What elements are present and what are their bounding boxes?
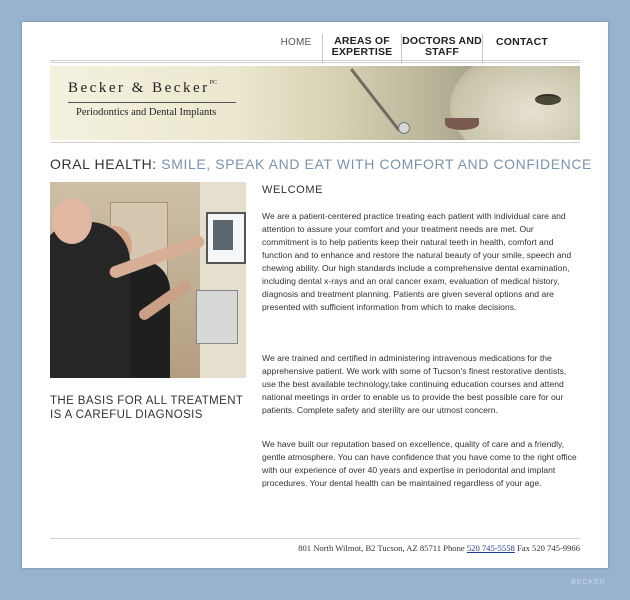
footer-rule bbox=[50, 538, 580, 539]
welcome-paragraph-3: We have built our reputation based on ex… bbox=[262, 439, 577, 488]
page-title-tail: Smile, Speak and Eat with Comfort and Co… bbox=[161, 156, 592, 172]
practice-logo[interactable]: Becker & BeckerPC bbox=[68, 80, 217, 97]
logo-name-text: Becker & Becker bbox=[68, 80, 210, 96]
doctors-photo bbox=[50, 182, 246, 378]
banner-mouth-image bbox=[445, 118, 479, 130]
logo-divider bbox=[68, 102, 236, 103]
footer-address: 801 North Wilmot, B2 Tucson, AZ 85711 Ph… bbox=[298, 543, 467, 553]
header-banner: Becker & BeckerPC Periodontics and Denta… bbox=[50, 66, 580, 140]
welcome-paragraph-1: We are a patient-centered practice treat… bbox=[262, 211, 572, 312]
nav-rule bbox=[50, 60, 580, 61]
footer-fax: Fax 520 745-9966 bbox=[514, 543, 580, 553]
photo-doctor-front-head bbox=[52, 198, 92, 244]
page-title: Oral Health: Smile, Speak and Eat with C… bbox=[50, 156, 592, 172]
page-title-lead: Oral Health: bbox=[50, 156, 162, 172]
corner-watermark: BECKER bbox=[571, 579, 606, 586]
photo-caption-line1: The Basis for All Treatment bbox=[50, 395, 244, 407]
footer-contact: 801 North Wilmot, B2 Tucson, AZ 85711 Ph… bbox=[298, 543, 580, 553]
footer-phone-link[interactable]: 520 745-5558 bbox=[467, 543, 515, 553]
photo-caption: The Basis for All Treatment is a Careful… bbox=[50, 394, 243, 422]
dental-mirror-image bbox=[350, 68, 401, 132]
dental-mirror-head bbox=[398, 122, 410, 134]
banner-eye-image bbox=[535, 94, 561, 105]
photo-caption-line2: is a Careful Diagnosis bbox=[50, 409, 203, 421]
photo-xray-film bbox=[213, 220, 233, 250]
page-container: HOME AREAS of EXPERTISE DOCTORS and STAF… bbox=[22, 22, 608, 568]
welcome-paragraph-2: We are trained and certified in administ… bbox=[262, 353, 567, 415]
logo-pc-text: PC bbox=[209, 80, 217, 86]
banner-rule bbox=[50, 142, 580, 143]
photo-doctor-front bbox=[50, 222, 130, 378]
photo-keypad bbox=[196, 290, 238, 344]
welcome-heading: Welcome bbox=[262, 184, 324, 196]
nav-rule bbox=[50, 62, 580, 63]
logo-subtitle: Periodontics and Dental Implants bbox=[76, 107, 217, 118]
